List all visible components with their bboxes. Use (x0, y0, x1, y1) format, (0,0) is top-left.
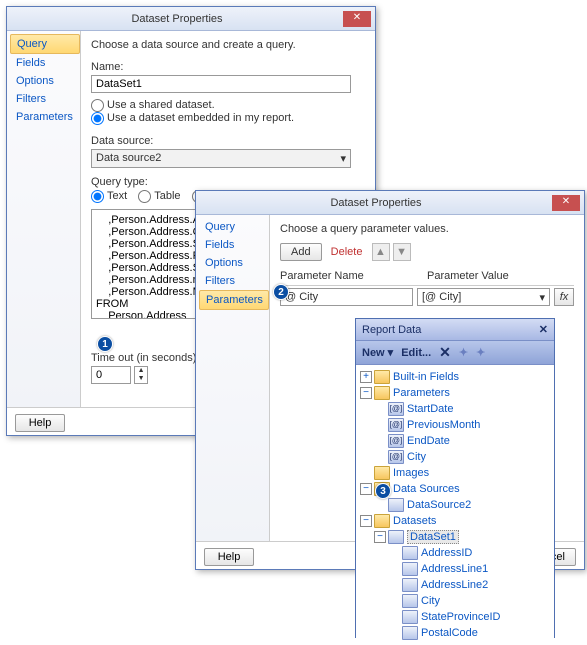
radio-embedded[interactable]: Use a dataset embedded in my report. (91, 112, 294, 124)
node-al2[interactable]: AddressLine2 (421, 579, 488, 591)
nav-parameters[interactable]: Parameters (10, 108, 80, 126)
nav-filters[interactable]: Filters (10, 90, 80, 108)
fx-button[interactable]: fx (554, 288, 574, 306)
close-icon[interactable]: ✕ (552, 195, 580, 211)
node-al1[interactable]: AddressLine1 (421, 563, 488, 575)
collapse-icon[interactable]: − (360, 387, 372, 399)
dialog2-nav: Query Fields Options Filters Parameters (196, 215, 270, 541)
node-spid[interactable]: StateProvinceID (421, 611, 500, 623)
folder-icon (374, 370, 390, 384)
node-images[interactable]: Images (393, 467, 429, 479)
dialog1-nav: Query Fields Options Filters Parameters (7, 31, 81, 407)
marker-3: 3 (375, 483, 391, 499)
dialog1-title: Dataset Properties (11, 13, 343, 25)
param-icon: [@] (388, 434, 404, 448)
datasource-icon (388, 498, 404, 512)
delete-button[interactable]: Delete (331, 246, 363, 258)
nav-options[interactable]: Options (10, 72, 80, 90)
node-city-param[interactable]: City (407, 451, 426, 463)
node-pc[interactable]: PostalCode (421, 627, 478, 639)
nav2-fields[interactable]: Fields (199, 236, 269, 254)
name-label: Name: (91, 61, 365, 73)
node-builtin[interactable]: Built-in Fields (393, 371, 459, 383)
panel-close-icon[interactable]: ✕ (539, 323, 548, 336)
node-datasources[interactable]: Data Sources (393, 483, 460, 495)
nav2-options[interactable]: Options (199, 254, 269, 272)
collapse-icon[interactable]: − (360, 483, 372, 495)
collapse-icon[interactable]: − (360, 515, 372, 527)
chevron-down-icon: ▾ (539, 291, 545, 303)
folder-icon (374, 466, 390, 480)
close-icon[interactable]: ✕ (343, 11, 371, 27)
panel-title: Report Data (362, 324, 421, 336)
querytype-label: Query type: (91, 176, 365, 188)
nav2-filters[interactable]: Filters (199, 272, 269, 290)
help-button[interactable]: Help (15, 414, 65, 432)
field-icon (402, 578, 418, 592)
qt-text[interactable]: Text (91, 190, 127, 202)
field-icon (402, 546, 418, 560)
field-icon (402, 610, 418, 624)
nav-query[interactable]: Query (10, 34, 80, 54)
param-icon: [@] (388, 450, 404, 464)
folder-icon (374, 514, 390, 528)
expand-icon[interactable]: + (360, 371, 372, 383)
panel-toolbar: New ▾ Edit... ✕ ✦ ✦ (356, 341, 554, 365)
param-icon: [@] (388, 402, 404, 416)
node-datasets[interactable]: Datasets (393, 515, 436, 527)
datasource-label: Data source: (91, 135, 365, 147)
node-prevmonth[interactable]: PreviousMonth (407, 419, 480, 431)
node-dataset1[interactable]: DataSet1 (407, 530, 459, 544)
panel-titlebar: Report Data ✕ (356, 319, 554, 341)
param-value-select[interactable]: [@ City]▾ (417, 288, 550, 306)
node-enddate[interactable]: EndDate (407, 435, 450, 447)
intro2-text: Choose a query parameter values. (280, 223, 574, 235)
name-input[interactable] (91, 75, 351, 93)
marker-1: 1 (97, 336, 113, 352)
param-name-input[interactable]: @ City (280, 288, 413, 306)
dataset-icon (388, 530, 404, 544)
node-parameters[interactable]: Parameters (393, 387, 450, 399)
folder-icon (374, 386, 390, 400)
timeout-input[interactable] (91, 366, 131, 384)
collapse-icon[interactable]: − (374, 531, 386, 543)
tree: +Built-in Fields −Parameters [@]StartDat… (356, 365, 554, 645)
other-icon[interactable]: ✦ (476, 346, 485, 359)
param-icon: [@] (388, 418, 404, 432)
col-param-value: Parameter Value (427, 270, 574, 282)
nav2-parameters[interactable]: Parameters (199, 290, 269, 310)
node-addressid[interactable]: AddressID (421, 547, 472, 559)
dialog1-titlebar: Dataset Properties ✕ (7, 7, 375, 31)
field-icon (402, 562, 418, 576)
node-startdate[interactable]: StartDate (407, 403, 453, 415)
spinner-icon[interactable]: ▲▼ (134, 366, 148, 384)
intro-text: Choose a data source and create a query. (91, 39, 365, 51)
node-cityfield[interactable]: City (421, 595, 440, 607)
delete-icon[interactable]: ✕ (439, 344, 451, 361)
field-icon (402, 594, 418, 608)
add-button[interactable]: Add (280, 243, 322, 261)
col-param-name: Parameter Name (280, 270, 427, 282)
new-button[interactable]: New ▾ (362, 346, 393, 359)
dialog2-titlebar: Dataset Properties ✕ (196, 191, 584, 215)
move-down-icon[interactable]: ▼ (393, 243, 411, 261)
radio-shared[interactable]: Use a shared dataset. (91, 99, 215, 111)
chevron-down-icon: ▾ (340, 152, 346, 165)
refresh-icon[interactable]: ✦ (459, 346, 468, 359)
dialog2-title: Dataset Properties (200, 197, 552, 209)
qt-table[interactable]: Table (138, 190, 180, 202)
help2-button[interactable]: Help (204, 548, 254, 566)
marker-2: 2 (273, 284, 289, 300)
move-up-icon[interactable]: ▲ (372, 243, 390, 261)
datasource-select[interactable]: Data source2▾ (91, 149, 351, 168)
nav-fields[interactable]: Fields (10, 54, 80, 72)
edit-button[interactable]: Edit... (401, 347, 431, 359)
nav2-query[interactable]: Query (199, 218, 269, 236)
node-ds2[interactable]: DataSource2 (407, 499, 471, 511)
